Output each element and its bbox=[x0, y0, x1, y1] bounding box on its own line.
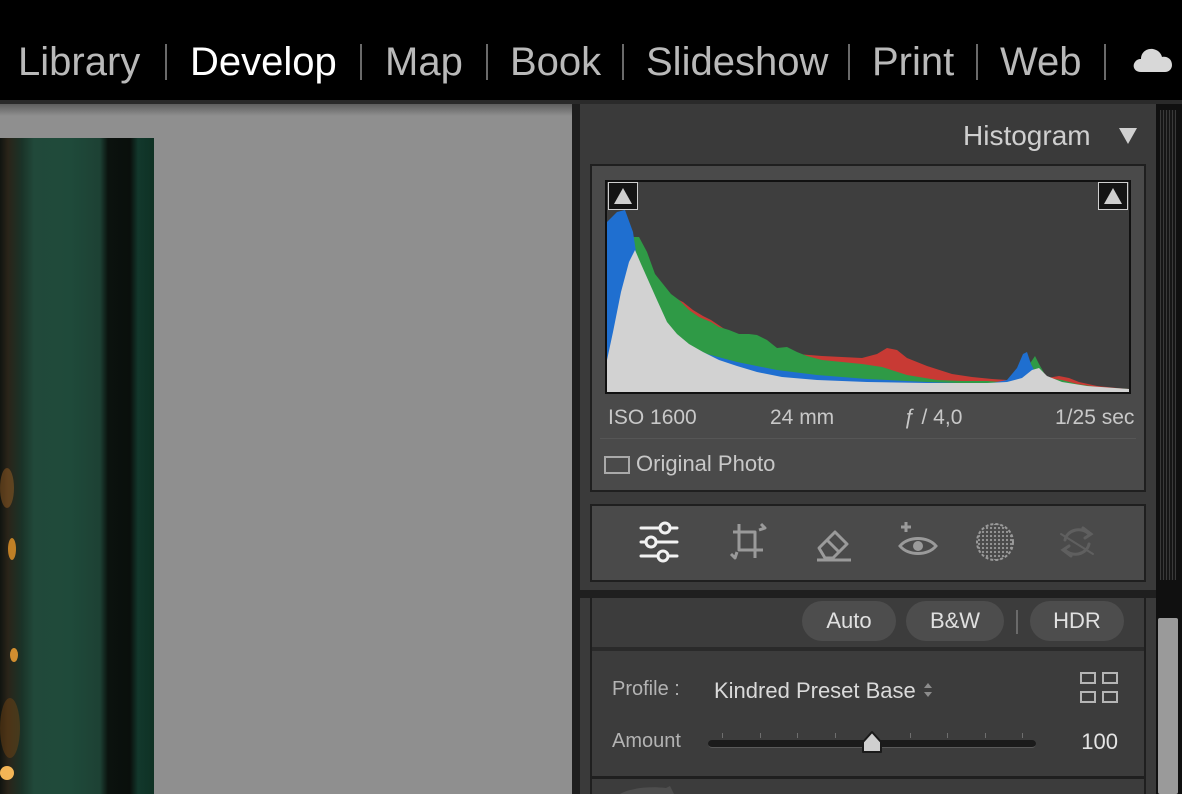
module-separator bbox=[165, 44, 167, 80]
triangle-up-icon bbox=[1104, 188, 1122, 204]
exif-iso: ISO 1600 bbox=[608, 406, 697, 429]
red-eye-icon bbox=[898, 522, 938, 555]
masking-tool-button[interactable] bbox=[973, 518, 1017, 566]
edit-sliders-icon bbox=[639, 521, 679, 563]
amount-value[interactable]: 100 bbox=[1060, 728, 1118, 756]
exif-aperture: ƒ / 4,0 bbox=[904, 406, 963, 429]
highlight-clipping-button[interactable] bbox=[1098, 182, 1128, 210]
exif-shutter: 1/25 sec bbox=[1055, 406, 1135, 429]
slider-tick bbox=[947, 733, 948, 738]
slider-tick bbox=[722, 733, 723, 738]
edit-tool-button[interactable] bbox=[637, 518, 681, 566]
module-separator bbox=[622, 44, 624, 80]
module-develop[interactable]: Develop bbox=[190, 38, 337, 86]
profile-label: Profile : bbox=[612, 678, 680, 700]
panel-divider bbox=[592, 776, 1144, 779]
histogram-divider bbox=[600, 438, 1136, 439]
update-tool-button[interactable] bbox=[1055, 518, 1099, 566]
original-photo-checkbox[interactable] bbox=[604, 456, 630, 474]
panel-scrollbar-thumb[interactable] bbox=[1158, 618, 1178, 794]
module-separator bbox=[360, 44, 362, 80]
module-print[interactable]: Print bbox=[872, 38, 954, 86]
healing-eraser-icon bbox=[817, 530, 851, 562]
canvas-shadow bbox=[0, 104, 572, 116]
masking-icon bbox=[976, 523, 1014, 561]
histogram-graph[interactable] bbox=[605, 180, 1131, 394]
module-book[interactable]: Book bbox=[510, 38, 601, 86]
histogram-curves bbox=[607, 210, 1129, 392]
module-separator bbox=[976, 44, 978, 80]
cloud-icon[interactable] bbox=[1131, 44, 1175, 76]
slider-tick bbox=[985, 733, 986, 738]
triangle-down-icon[interactable] bbox=[1117, 126, 1139, 146]
auto-button[interactable]: Auto bbox=[802, 601, 896, 641]
crop-tool-button[interactable] bbox=[725, 518, 769, 566]
module-separator bbox=[848, 44, 850, 80]
chevron-updown-icon[interactable] bbox=[921, 680, 935, 700]
panel-grip bbox=[1160, 110, 1176, 580]
slider-tick bbox=[910, 733, 911, 738]
histogram-header[interactable]: Histogram bbox=[963, 118, 1091, 154]
slider-tick bbox=[797, 733, 798, 738]
hdr-button[interactable]: HDR bbox=[1030, 601, 1124, 641]
black-and-white-button[interactable]: B&W bbox=[906, 601, 1004, 641]
crop-icon bbox=[729, 522, 767, 560]
original-photo-label[interactable]: Original Photo bbox=[636, 450, 775, 478]
panel-divider bbox=[580, 590, 1156, 598]
shadow-clipping-button[interactable] bbox=[608, 182, 638, 210]
amount-label: Amount bbox=[612, 730, 681, 752]
module-picker: Library Develop Map Book Slideshow Print… bbox=[0, 0, 1182, 100]
slider-tick bbox=[1022, 733, 1023, 738]
module-map[interactable]: Map bbox=[385, 38, 463, 86]
triangle-up-icon bbox=[614, 188, 632, 204]
red-eye-tool-button[interactable] bbox=[896, 518, 940, 566]
module-separator bbox=[486, 44, 488, 80]
slider-tick bbox=[760, 733, 761, 738]
exif-focal-length: 24 mm bbox=[770, 406, 835, 429]
panel-edge bbox=[572, 104, 580, 794]
grid-icon[interactable] bbox=[1078, 670, 1120, 706]
profile-select[interactable]: Kindred Preset Base bbox=[714, 677, 916, 705]
module-web[interactable]: Web bbox=[1000, 38, 1082, 86]
update-refresh-icon bbox=[1060, 526, 1094, 558]
slider-tick bbox=[835, 733, 836, 738]
amount-slider-thumb[interactable] bbox=[859, 730, 885, 756]
healing-tool-button[interactable] bbox=[811, 518, 855, 566]
button-separator bbox=[1016, 610, 1018, 634]
basic-divider bbox=[592, 647, 1144, 651]
module-slideshow[interactable]: Slideshow bbox=[646, 38, 828, 86]
module-library[interactable]: Library bbox=[18, 38, 140, 86]
module-separator bbox=[1104, 44, 1106, 80]
next-section-icon bbox=[620, 786, 674, 794]
photo-preview[interactable] bbox=[0, 138, 154, 794]
